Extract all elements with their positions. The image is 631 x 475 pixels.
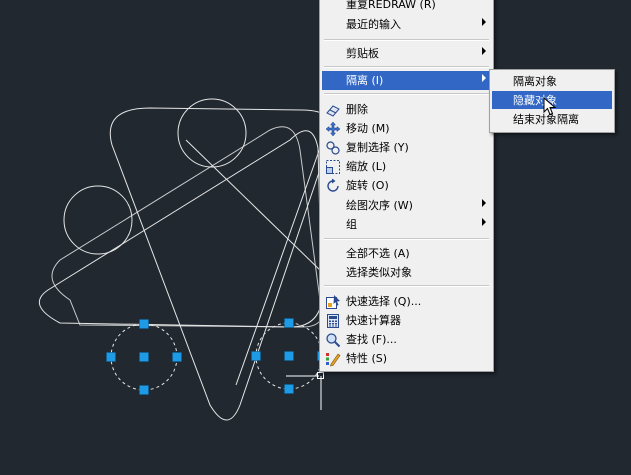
menu-item-move[interactable]: 移动 (M) [322,119,491,138]
menu-item-select-similar[interactable]: 选择类似对象 [322,263,491,282]
menu-item-label: 剪贴板 [346,47,379,60]
scale-icon [326,160,340,174]
menu-item-label: 复制选择 (Y) [346,141,409,154]
menu-item-label: 隔离 (I) [346,74,384,87]
menu-item-label: 组 [346,218,357,231]
menu-separator [324,66,489,68]
menu-item-label: 最近的输入 [346,18,401,31]
menu-item-label: 特性 (S) [346,352,388,365]
menu-item-clipboard[interactable]: 剪贴板 [322,44,491,63]
menu-item-deselect-all[interactable]: 全部不选 (A) [322,244,491,263]
menu-item-draw-order[interactable]: 绘图次序 (W) [322,196,491,215]
submenu-arrow-icon [482,18,486,26]
menu-separator [324,238,489,240]
grip-c1-bottom[interactable] [139,385,149,395]
menu-item-label: 缩放 (L) [346,160,387,173]
menu-item-quick-select[interactable]: 快速选择 (Q)... [322,292,491,311]
move-icon [325,121,341,137]
submenu-arrow-icon [482,218,486,226]
rotate-icon [327,178,339,192]
submenu-item-label: 隔离对象 [513,75,557,88]
menu-item-copy-selection[interactable]: 复制选择 (Y) [322,138,491,157]
menu-item-label: 移动 (M) [346,122,390,135]
menu-item-find[interactable]: 查找 (F)... [322,330,491,349]
calculator-icon [327,314,339,328]
menu-item-rotate[interactable]: 旋转 (O) [322,176,491,195]
menu-item-properties[interactable]: 特性 (S) [322,349,491,368]
grip-c1-top[interactable] [139,319,149,329]
menu-item-label: 全部不选 (A) [346,247,410,260]
menu-item-label: 查找 (F)... [346,333,397,346]
grip-c2-top[interactable] [284,318,294,328]
rounded-triangle-down [38,130,323,328]
menu-item-isolate[interactable]: 隔离 (I) [322,71,491,90]
grip-c1-left[interactable] [106,352,116,362]
submenu-arrow-icon [482,47,486,55]
cross-line-2 [235,147,321,386]
menu-separator [324,285,489,287]
menu-item-label: 重复REDRAW (R) [346,0,436,11]
quick-select-icon [326,295,340,309]
copy-icon [326,141,340,155]
eraser-icon [326,105,340,117]
menu-item-label: 绘图次序 (W) [346,199,413,212]
menu-item-label: 快速选择 (Q)... [346,295,422,308]
grip-c1-center[interactable] [139,352,149,362]
circle-left [63,185,133,255]
submenu-arrow-icon [482,199,486,207]
menu-item-quick-calc[interactable]: 快速计算器 [322,311,491,330]
rounded-triangle-up [109,107,333,421]
menu-item-label: 选择类似对象 [346,266,412,279]
menu-item-label: 旋转 (O) [346,179,389,192]
context-menu: 重复REDRAW (R) 最近的输入 剪贴板 隔离 (I) 删除 移动 (M) … [319,0,494,372]
grip-c1-right[interactable] [172,352,182,362]
menu-separator [324,93,489,95]
menu-separator [324,39,489,41]
mouse-pointer-icon [543,97,557,116]
menu-item-scale[interactable]: 缩放 (L) [322,157,491,176]
submenu-item-isolate-objects[interactable]: 隔离对象 [492,72,612,90]
grip-c2-center[interactable] [284,351,294,361]
submenu-arrow-icon [482,74,486,82]
menu-item-group[interactable]: 组 [322,215,491,234]
menu-item-erase[interactable]: 删除 [322,100,491,119]
menu-item-recent-input[interactable]: 最近的输入 [322,15,491,34]
menu-item-redo-redraw[interactable]: 重复REDRAW (R) [322,0,491,14]
menu-item-label: 删除 [346,103,368,116]
magnifier-icon [326,333,341,348]
grip-c2-bottom[interactable] [284,384,294,394]
grip-c2-left[interactable] [251,351,261,361]
properties-icon [326,353,341,367]
menu-item-label: 快速计算器 [346,314,401,327]
